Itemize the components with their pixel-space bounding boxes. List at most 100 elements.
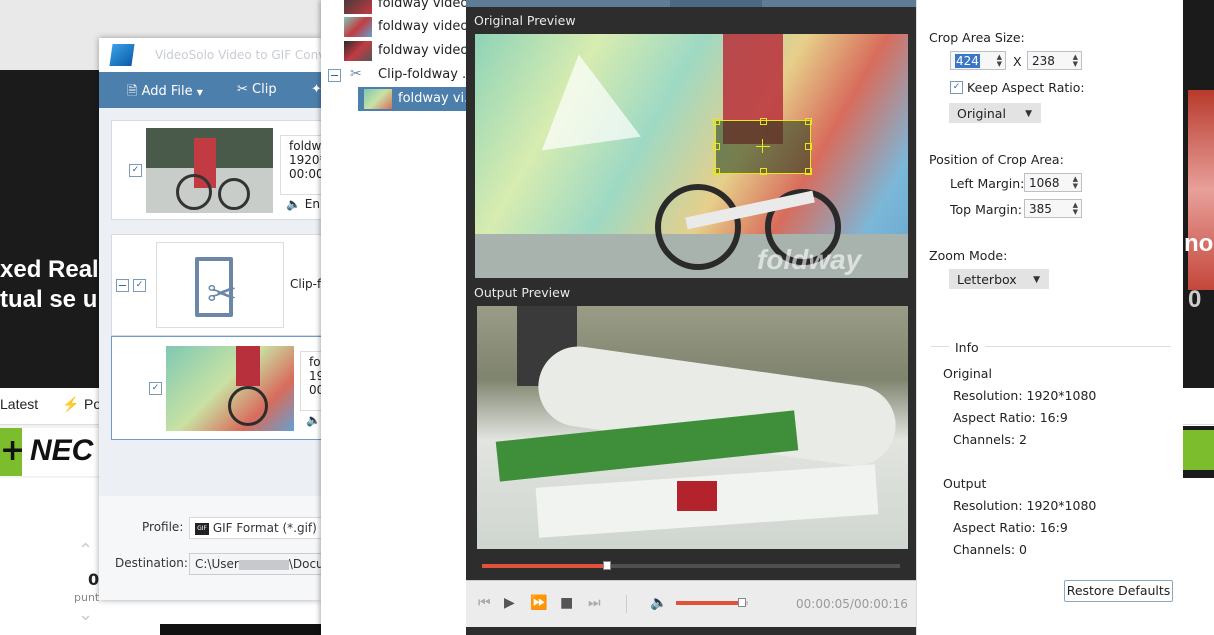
zoom-mode-dropdown[interactable]: Letterbox ▼ [949,269,1049,289]
file-checkbox[interactable]: ✓ [149,382,162,395]
add-file-button[interactable]: 🗎 Add File ▼ [127,82,203,104]
destination-field[interactable]: C:\User \Docu [189,553,323,575]
destination-label: Destination: [115,556,188,570]
volume-track[interactable] [676,598,748,607]
clip-group[interactable]: ✓ ✂ Clip-f [111,234,323,336]
top-margin-value: 385 [1029,202,1052,216]
collapse-icon[interactable] [328,69,341,82]
video-watermark: foldway [757,244,862,275]
vote-count: 0 [88,570,100,589]
left-margin-input[interactable]: 1068 ▲ ▼ [1024,173,1082,192]
tree-thumbnail [364,89,392,109]
profile-value: GIF Format (*.gif) [212,521,317,535]
hero-line-1: xed Real [0,256,99,283]
chevron-down-icon: ▼ [1033,275,1040,285]
media-tree-panel: foldway video... foldway video... foldwa… [321,0,481,635]
crop-x-separator: X [1013,54,1022,69]
crop-height-value: 238 [1032,54,1055,68]
file-checkbox[interactable]: ✓ [129,164,142,177]
spinner-arrows-icon[interactable]: ▲ ▼ [1073,54,1078,68]
clip-icon: ✂ [350,66,362,82]
time-display: 00:00:05/00:00:16 [796,597,908,611]
tree-clip-group[interactable]: ✂ Clip-foldway ... [321,63,474,87]
tree-thumbnail [344,17,372,37]
upvote-icon[interactable]: ⌃ [78,540,93,561]
destination-value: C:\User [195,557,239,571]
tree-item[interactable]: foldway video... [321,39,481,63]
clip-icon: ✂ [156,242,284,328]
right-hero-number: 0 [1188,286,1202,313]
progress-track[interactable] [482,561,900,570]
keep-aspect-label: Keep Aspect Ratio: [967,80,1085,95]
crop-width-input[interactable]: 424 ▲ ▼ [950,51,1006,70]
left-margin-value: 1068 [1029,176,1060,190]
top-margin-input[interactable]: 385 ▲ ▼ [1024,199,1082,218]
promo-logo: + NEC [0,428,105,476]
keep-aspect-checkbox[interactable]: ✓ [950,81,963,94]
next-frame-icon[interactable]: ⏭ [588,596,601,610]
nav-latest[interactable]: Latest [0,396,38,412]
chevron-down-icon: ▼ [196,88,203,97]
lightning-icon: ⚡ [62,396,80,412]
restore-defaults-button[interactable]: Restore Defaults [1064,580,1173,602]
gif-converter-window: VideoSolo Video to GIF Conv 🗎 Add File ▼… [99,38,325,600]
original-channels: Channels: 2 [953,432,1027,447]
clip-name: Clip-f [290,277,322,291]
original-aspect-ratio: Aspect Ratio: 16:9 [953,410,1068,425]
speaker-icon: 🔈 [286,197,301,211]
playback-controls: ⏮ ▶ ⏩ ■ ⏭ 🔈 00:00:05/00:00:16 [466,580,916,627]
file-name: foldw [289,139,322,153]
tree-item[interactable]: foldway video... [321,0,481,16]
aspect-ratio-value: Original [957,106,1006,121]
original-heading: Original [943,366,992,381]
speaker-icon[interactable]: 🔈 [306,413,321,427]
play-icon[interactable]: ▶ [504,596,515,610]
spinner-arrows-icon[interactable]: ▲ ▼ [997,54,1002,68]
profile-select[interactable]: GIF GIF Format (*.gif) [189,517,323,539]
clip-checkbox[interactable]: ✓ [133,279,146,292]
crop-width-value: 424 [955,54,980,68]
tree-item-selected[interactable]: foldway vi... [358,87,477,111]
tree-thumbnail [344,41,372,61]
clip-label: Clip [252,82,277,97]
output-heading: Output [943,476,987,491]
original-resolution: Resolution: 1920*1080 [953,388,1097,403]
original-preview-video[interactable]: foldway [475,34,908,278]
volume-knob[interactable] [738,598,746,607]
tree-item[interactable]: foldway video... [321,15,481,39]
file-resolution: 1920* [289,153,324,167]
previous-frame-icon[interactable]: ⏮ [478,596,491,610]
progress-fill [482,564,607,568]
file-item-selected[interactable]: ✓ fo 19 00 🔈 [111,336,324,440]
volume-icon[interactable]: 🔈 [650,596,667,610]
promo-logo-text: NEC [30,434,94,467]
progress-area [466,552,916,580]
app-toolbar: 🗎 Add File ▼ ✂ Clip ✦ [99,72,322,108]
preview-top-strip [466,0,916,7]
tree-item-label: Clip-foldway ... [378,67,475,82]
spinner-arrows-icon[interactable]: ▲ ▼ [1073,176,1078,190]
collapse-icon[interactable] [116,279,129,292]
progress-knob[interactable] [603,561,611,570]
top-margin-label: Top Margin: [950,202,1022,217]
clip-button[interactable]: ✂ Clip [237,82,277,97]
stop-icon[interactable]: ■ [560,596,573,610]
app-title: VideoSolo Video to GIF Conv [155,48,326,62]
audio-track-select[interactable]: 🔈 En [286,197,320,211]
crop-height-input[interactable]: 238 ▲ ▼ [1027,51,1082,70]
spinner-arrows-icon[interactable]: ▲ ▼ [1073,202,1078,216]
original-preview-label: Original Preview [474,13,576,28]
file-item[interactable]: ✓ foldw 1920* 00:00 🔈 En [111,120,324,220]
fast-forward-icon[interactable]: ⏩ [530,596,547,610]
downvote-icon[interactable]: ⌄ [78,604,93,625]
vote-label: punt [74,591,100,604]
audio-track-label: En [304,197,320,211]
output-preview-video[interactable] [477,306,908,549]
info-label: Info [949,340,985,355]
aspect-ratio-dropdown[interactable]: Original ▼ [949,103,1041,123]
file-thumbnail [166,346,294,431]
crop-selection-box[interactable] [713,118,812,175]
zoom-mode-value: Letterbox [957,272,1017,287]
position-label: Position of Crop Area: [929,152,1064,167]
add-file-label: Add File [141,84,193,99]
